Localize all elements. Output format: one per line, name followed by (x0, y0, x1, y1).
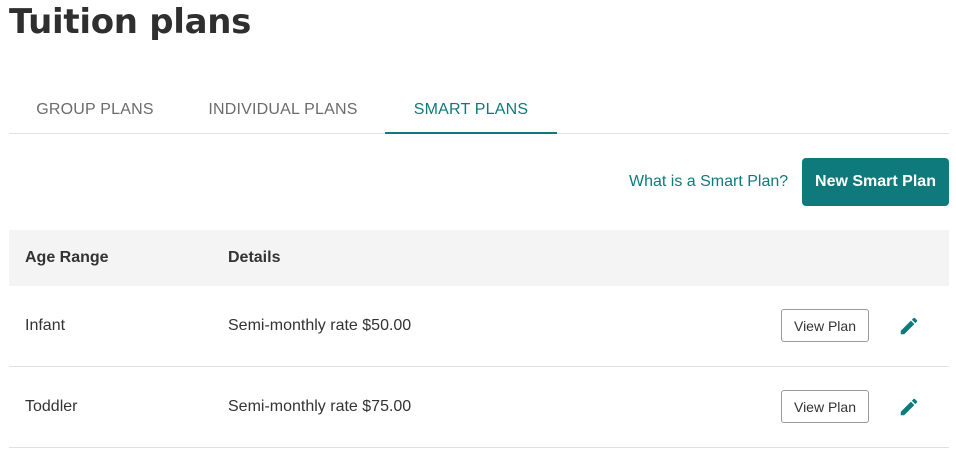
what-is-smart-plan-link[interactable]: What is a Smart Plan? (629, 172, 788, 192)
edit-plan-button[interactable] (895, 393, 923, 421)
pencil-icon (900, 398, 918, 416)
view-plan-button[interactable]: View Plan (781, 309, 869, 342)
table-row: Infant Semi-monthly rate $50.00 View Pla… (9, 286, 949, 367)
tab-smart-plans[interactable]: SMART PLANS (385, 86, 557, 134)
column-header-age-range: Age Range (25, 249, 109, 266)
view-plan-button[interactable]: View Plan (781, 390, 869, 423)
tab-individual-plans[interactable]: INDIVIDUAL PLANS (181, 86, 385, 133)
details-cell: Semi-monthly rate $50.00 (228, 317, 412, 334)
plan-tabs: GROUP PLANS INDIVIDUAL PLANS SMART PLANS (9, 86, 949, 134)
age-range-cell: Toddler (25, 398, 78, 415)
table-row: Toddler Semi-monthly rate $75.00 View Pl… (9, 367, 949, 448)
details-cell: Semi-monthly rate $75.00 (228, 398, 412, 415)
page-title: Tuition plans (9, 2, 252, 42)
column-header-details: Details (228, 249, 281, 266)
table-header: Age Range Details (9, 230, 949, 286)
age-range-cell: Infant (25, 317, 66, 334)
tab-group-plans[interactable]: GROUP PLANS (9, 86, 181, 133)
smart-plans-table: Age Range Details Infant Semi-monthly ra… (9, 230, 949, 448)
edit-plan-button[interactable] (895, 312, 923, 340)
pencil-icon (900, 317, 918, 335)
new-smart-plan-button[interactable]: New Smart Plan (802, 158, 949, 206)
